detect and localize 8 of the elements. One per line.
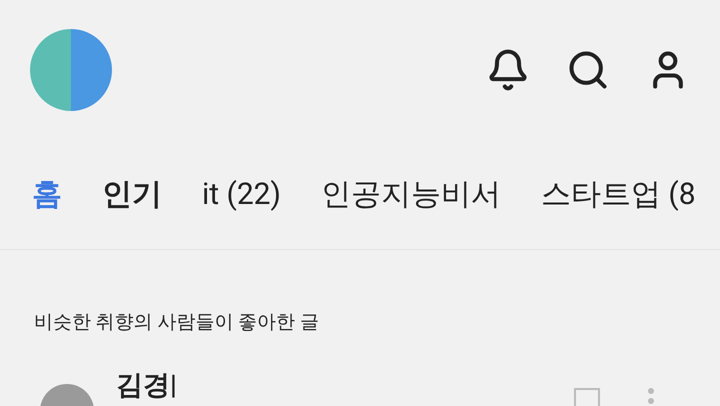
section-title: 비슷한 취향의 사람들이 좋아한 글 [34,310,319,333]
logo-icon [30,29,112,111]
category-tab[interactable]: 인기 [102,172,162,217]
category-tab[interactable]: 홈 [32,172,62,217]
category-tab[interactable]: 인공지능비서 [320,172,501,217]
category-tab[interactable]: 스타트업 (8 [540,172,696,217]
category-tab[interactable]: it (22) [202,172,281,217]
author-name[interactable]: 김경| [116,372,177,399]
